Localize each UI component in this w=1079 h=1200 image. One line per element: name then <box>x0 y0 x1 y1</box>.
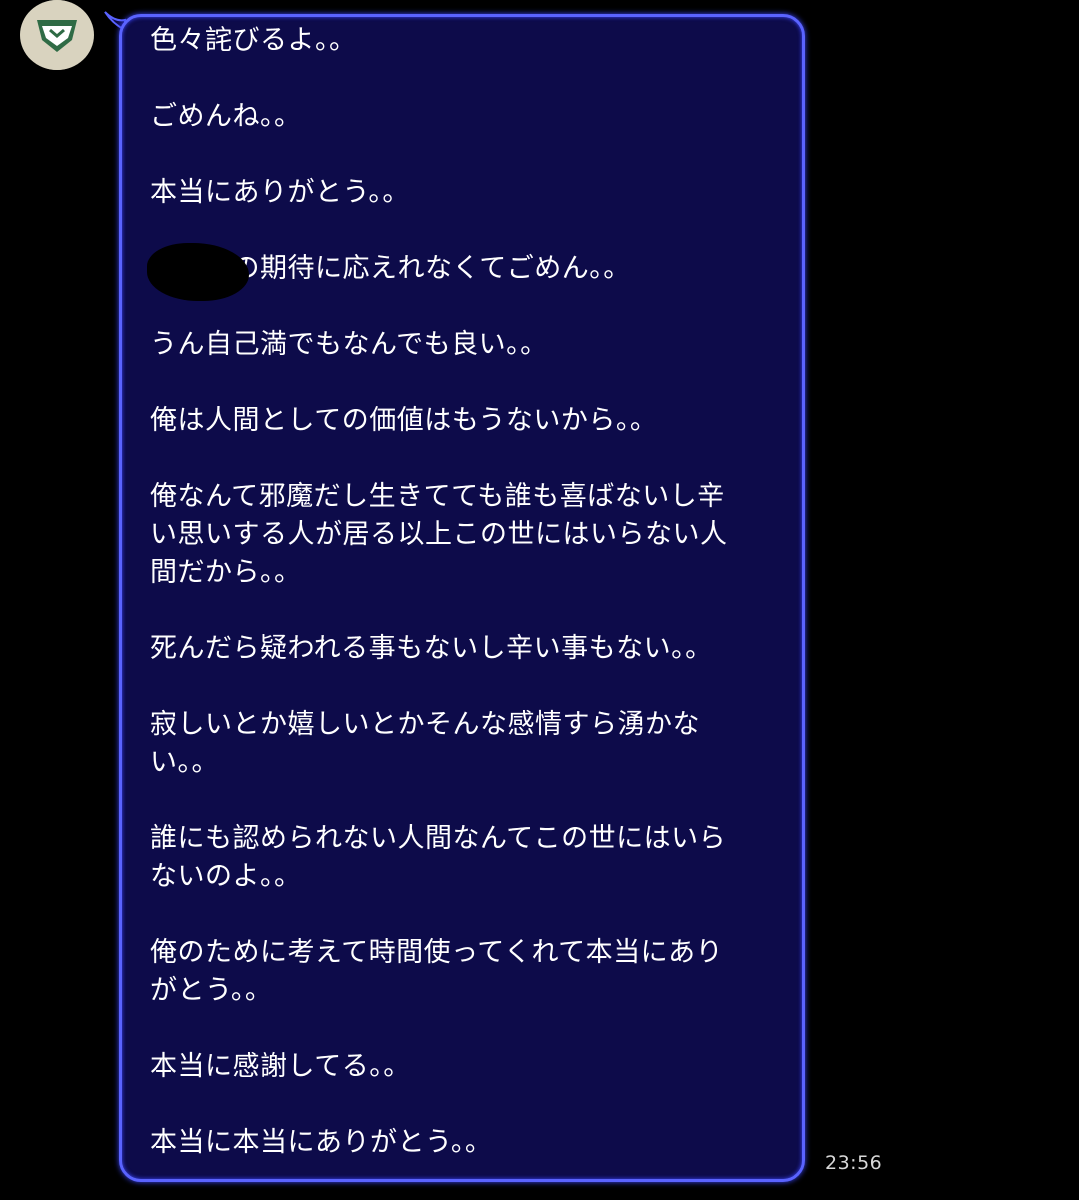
message-timestamp: 23:56 <box>825 1152 883 1174</box>
message-line: い思いする人が居る以上この世にはいらない人 <box>150 519 728 550</box>
message-text: 色々詫びるよ。。 ごめんね。。 本当にありがとう。。 の期待に応えれなくてごめん。。… <box>150 22 790 1200</box>
message-line: がとう。。 <box>150 975 273 1006</box>
chat-screen: 色々詫びるよ。。 ごめんね。。 本当にありがとう。。 の期待に応えれなくてごめん。。… <box>0 0 1079 1200</box>
message-line: 俺なんて邪魔だし生きてても誰も喜ばないし辛 <box>150 481 725 512</box>
message-line: い。。 <box>150 747 219 778</box>
message-paragraph: 色々詫びるよ。。 <box>150 22 790 60</box>
message-paragraph: 誰にも認められない人間なんてこの世にはいら ないのよ。。 <box>150 820 790 896</box>
message-line: 死んだら疑われる事もないし辛い事もない。。 <box>150 633 713 664</box>
message-line: ないのよ。。 <box>150 861 302 892</box>
message-paragraph: 本当に感謝してる。。 <box>150 1048 790 1086</box>
message-paragraph: うん自己満でもなんでも良い。。 <box>150 326 790 364</box>
message-line: 本当にありがとう。。 <box>150 177 410 208</box>
message-line: 俺は人間としての価値はもうないから。。 <box>150 405 658 436</box>
message-line: 寂しいとか嬉しいとかそんな感情すら湧かな <box>150 709 700 740</box>
avatar-icon <box>22 0 92 70</box>
message-paragraph: 本当にありがとう。。 <box>150 174 790 212</box>
message-paragraph: 本当に本当にありがとう。。 <box>150 1124 790 1162</box>
message-line: 間だから。。 <box>150 557 302 588</box>
message-line: 俺のために考えて時間使ってくれて本当にあり <box>150 937 724 968</box>
message-line: うん自己満でもなんでも良い。。 <box>150 329 548 360</box>
message-paragraph: ごめんね。。 <box>150 98 790 136</box>
message-line: ごめんね。。 <box>150 101 302 132</box>
message-line: 誰にも認められない人間なんてこの世にはいら <box>150 823 727 854</box>
avatar[interactable] <box>20 0 94 70</box>
message-line: 本当に感謝してる。。 <box>150 1051 411 1082</box>
message-paragraph: 俺なんて邪魔だし生きてても誰も喜ばないし辛 い思いする人が居る以上この世にはいらな… <box>150 478 790 592</box>
message-paragraph: 俺のために考えて時間使ってくれて本当にあり がとう。。 <box>150 934 790 1010</box>
message-paragraph: 死んだら疑われる事もないし辛い事もない。。 <box>150 630 790 668</box>
message-paragraph: 寂しいとか嬉しいとかそんな感情すら湧かな い。。 <box>150 706 790 782</box>
message-line: 本当に本当にありがとう。。 <box>150 1127 493 1158</box>
message-line: 色々詫びるよ。。 <box>150 25 357 56</box>
message-paragraph: 俺は人間としての価値はもうないから。。 <box>150 402 790 440</box>
